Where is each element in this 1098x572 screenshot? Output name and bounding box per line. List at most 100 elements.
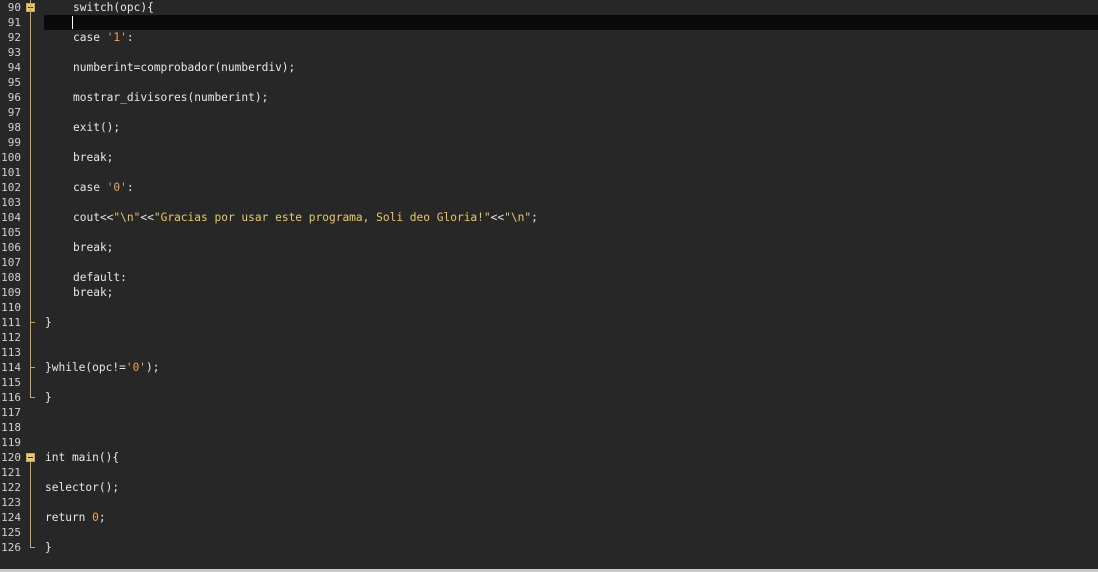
code-line[interactable] (39, 345, 1098, 360)
line-number: 110 (1, 301, 21, 314)
code-token: ); (146, 361, 160, 374)
code-token: selector(); (45, 481, 120, 494)
code-line[interactable] (39, 435, 1098, 450)
code-token: break; (73, 286, 114, 299)
line-number: 117 (1, 406, 21, 419)
code-token: ; (98, 511, 106, 524)
line-number: 92 (7, 31, 21, 44)
code-line[interactable] (39, 330, 1098, 345)
code-line[interactable]: case '1': (39, 30, 1098, 45)
fold-margin (23, 0, 39, 572)
fold-guide-line (30, 0, 31, 398)
code-token: << (140, 211, 154, 224)
code-line[interactable] (39, 75, 1098, 90)
code-line[interactable] (39, 495, 1098, 510)
line-number: 107 (1, 256, 21, 269)
code-editor[interactable]: 90 91 92 93 94 95 96 97 98 99 100 101 102 103 104 105 10… (0, 0, 1098, 572)
string-literal: "Gracias por usar este programa, Soli de… (153, 211, 491, 224)
line-number: 108 (1, 271, 21, 284)
code-token: : (126, 31, 134, 44)
line-number: 105 (1, 226, 21, 239)
fold-collapse-icon[interactable] (26, 453, 35, 462)
code-token: break; (73, 151, 114, 164)
code-line[interactable]: numberint=comprobador(numberdiv); (39, 60, 1098, 75)
code-line[interactable] (39, 45, 1098, 60)
code-line[interactable]: } (39, 315, 1098, 330)
string-literal: "\n" (504, 211, 532, 224)
code-line[interactable]: break; (39, 285, 1098, 300)
line-number: 103 (1, 196, 21, 209)
code-line[interactable]: }while(opc!='0'); (39, 360, 1098, 375)
line-number: 124 (1, 511, 21, 524)
code-line[interactable]: selector(); (39, 480, 1098, 495)
code-token: default: (73, 271, 127, 284)
code-line[interactable] (39, 165, 1098, 180)
code-line[interactable]: break; (39, 240, 1098, 255)
code-line[interactable] (39, 405, 1098, 420)
code-line[interactable]: return 0; (39, 510, 1098, 525)
code-line[interactable] (39, 15, 1098, 30)
code-token: switch(opc){ (73, 1, 154, 14)
code-line[interactable] (39, 525, 1098, 540)
code-line[interactable]: switch(opc){ (39, 0, 1098, 15)
code-line[interactable]: int main(){ (39, 450, 1098, 465)
fold-end-marker (30, 397, 35, 398)
line-number: 97 (7, 106, 21, 119)
code-token: numberint=comprobador(numberdiv); (73, 61, 296, 74)
line-number: 98 (7, 121, 21, 134)
code-token: } (45, 541, 52, 554)
line-number: 125 (1, 526, 21, 539)
line-number: 115 (1, 376, 21, 389)
line-number: 96 (7, 91, 21, 104)
code-line[interactable] (39, 300, 1098, 315)
line-number: 122 (1, 481, 21, 494)
line-number: 109 (1, 286, 21, 299)
code-token: }while(opc!= (45, 361, 126, 374)
line-number: 101 (1, 166, 21, 179)
code-token: << (490, 211, 505, 224)
code-area[interactable]: switch(opc){ case '1': numberint=comprobad… (39, 0, 1098, 572)
code-line[interactable]: break; (39, 150, 1098, 165)
code-line[interactable]: cout<<"\n"<<"Gracias por usar este progr… (39, 210, 1098, 225)
line-number: 94 (7, 61, 21, 74)
line-number: 93 (7, 46, 21, 59)
code-line[interactable] (39, 255, 1098, 270)
code-token: return (45, 511, 93, 524)
fold-end-marker (30, 547, 35, 548)
code-line[interactable] (39, 105, 1098, 120)
line-number: 123 (1, 496, 21, 509)
line-number: 118 (1, 421, 21, 434)
line-number-gutter: 90 91 92 93 94 95 96 97 98 99 100 101 102 103 104 105 10… (0, 0, 23, 572)
line-number: 91 (7, 16, 21, 29)
number-literal: '1' (106, 31, 127, 44)
code-line[interactable] (39, 375, 1098, 390)
line-number: 90 (7, 1, 21, 14)
code-line[interactable]: case '0': (39, 180, 1098, 195)
line-number: 106 (1, 241, 21, 254)
line-number: 100 (1, 151, 21, 164)
code-token: exit(); (73, 121, 121, 134)
number-literal: '0' (125, 361, 147, 374)
code-line[interactable] (39, 420, 1098, 435)
code-token: } (45, 316, 52, 329)
code-line[interactable] (39, 135, 1098, 150)
line-number: 111 (1, 316, 21, 329)
code-line[interactable]: mostrar_divisores(numberint); (39, 90, 1098, 105)
line-number: 114 (1, 361, 21, 374)
code-line[interactable]: } (39, 540, 1098, 555)
code-line[interactable]: default: (39, 270, 1098, 285)
code-line[interactable]: } (39, 390, 1098, 405)
fold-guide-line (30, 462, 31, 547)
line-number: 102 (1, 181, 21, 194)
code-line[interactable]: exit(); (39, 120, 1098, 135)
string-literal: "\n" (113, 211, 141, 224)
line-number: 126 (1, 541, 21, 554)
code-token: : (126, 181, 134, 194)
code-line[interactable] (39, 225, 1098, 240)
number-literal: '0' (106, 181, 127, 194)
line-number: 112 (1, 331, 21, 344)
code-line[interactable] (39, 465, 1098, 480)
code-line[interactable] (39, 195, 1098, 210)
text-cursor (72, 16, 73, 29)
line-number: 113 (1, 346, 21, 359)
